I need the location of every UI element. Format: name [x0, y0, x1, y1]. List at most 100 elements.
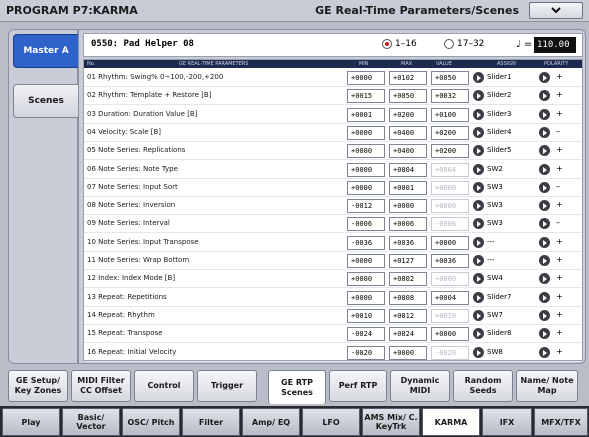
max-field[interactable]: +0006	[389, 217, 427, 232]
max-field[interactable]: +0001	[389, 180, 427, 195]
polarity-popup-button[interactable]	[539, 163, 550, 175]
table-row[interactable]: 12 Index: Index Mode [B] +0000 +0002 +0000 S…	[84, 270, 582, 289]
max-field[interactable]: +0004	[389, 162, 427, 177]
value-field[interactable]: -0006	[431, 217, 469, 232]
page-menu-button[interactable]	[529, 2, 583, 19]
min-field[interactable]: -0024	[347, 327, 385, 342]
table-row[interactable]: 16 Repeat: Initial Velocity -0020 +0000 -00…	[84, 344, 582, 362]
min-field[interactable]: -0006	[347, 217, 385, 232]
value-field[interactable]: +0004	[431, 162, 469, 177]
min-field[interactable]: +0000	[347, 180, 385, 195]
sub-tab[interactable]: MIDI Filter CC Offset	[71, 370, 131, 402]
assign-popup-button[interactable]	[473, 346, 484, 358]
value-field[interactable]: +0100	[431, 107, 469, 122]
value-field[interactable]: +0000	[431, 199, 469, 214]
min-field[interactable]: +0010	[347, 308, 385, 323]
max-field[interactable]: +0127	[389, 254, 427, 268]
value-field[interactable]: +0000	[431, 327, 469, 342]
polarity-popup-button[interactable]	[539, 90, 550, 102]
min-field[interactable]: -0012	[347, 199, 385, 214]
assign-popup-button[interactable]	[473, 163, 484, 175]
max-field[interactable]: +0200	[389, 107, 427, 122]
value-field[interactable]: +0200	[431, 125, 469, 140]
sub-tab[interactable]: Dynamic MIDI	[390, 370, 450, 402]
value-field[interactable]: +0036	[431, 254, 469, 268]
max-field[interactable]: +0000	[389, 345, 427, 360]
value-field[interactable]: +0010	[431, 308, 469, 323]
sub-tab[interactable]: GE Setup/ Key Zones	[8, 370, 68, 402]
min-field[interactable]: +0001	[347, 107, 385, 122]
sub-tab[interactable]: Control	[134, 370, 194, 402]
table-row[interactable]: 02 Rhythm: Template + Restore [B] +0015 +0…	[84, 87, 582, 106]
assign-popup-button[interactable]	[473, 328, 484, 340]
table-row[interactable]: 04 Velocity: Scale [B] +0000 +0400 +0200 Sli…	[84, 124, 582, 142]
polarity-popup-button[interactable]	[539, 273, 550, 285]
radio-range-17-32[interactable]: 17–32	[444, 39, 484, 49]
max-field[interactable]: +0008	[389, 290, 427, 305]
assign-popup-button[interactable]	[473, 236, 484, 248]
assign-popup-button[interactable]	[473, 145, 484, 157]
value-field[interactable]: +0050	[431, 71, 469, 85]
sub-tab[interactable]: Name/ Note Map	[516, 370, 578, 402]
main-tab[interactable]: MFX/TFX	[534, 408, 588, 436]
assign-popup-button[interactable]	[473, 218, 484, 230]
tab-scenes[interactable]: Scenes	[13, 84, 79, 118]
polarity-popup-button[interactable]	[539, 108, 550, 120]
value-field[interactable]: +0032	[431, 89, 469, 104]
radio-range-1-16[interactable]: 1–16	[382, 39, 417, 49]
min-field[interactable]: +0015	[347, 89, 385, 104]
polarity-popup-button[interactable]	[539, 309, 550, 321]
main-tab[interactable]: Amp/ EQ	[242, 408, 300, 436]
min-field[interactable]: -0020	[347, 345, 385, 360]
table-row[interactable]: 07 Note Series: Input Sort +0000 +0001 +000…	[84, 179, 582, 197]
table-row[interactable]: 10 Note Series: Input Transpose -0036 +003…	[84, 234, 582, 252]
value-field[interactable]: +0004	[431, 290, 469, 305]
assign-popup-button[interactable]	[473, 90, 484, 102]
main-tab[interactable]: LFO	[302, 408, 360, 436]
max-field[interactable]: +0000	[389, 199, 427, 214]
table-row[interactable]: 03 Duration: Duration Value [B] +0001 +020…	[84, 106, 582, 124]
min-field[interactable]: +0000	[347, 272, 385, 287]
polarity-popup-button[interactable]	[539, 236, 550, 248]
assign-popup-button[interactable]	[473, 200, 484, 212]
min-field[interactable]: +0000	[347, 254, 385, 268]
table-row[interactable]: 15 Repeat: Transpose -0024 +0024 +0000 Slide…	[84, 325, 582, 344]
main-tab[interactable]: AMS Mix/ C. KeyTrk	[362, 408, 420, 436]
polarity-popup-button[interactable]	[539, 255, 550, 266]
table-row[interactable]: 05 Note Series: Replications +0000 +0400 +0…	[84, 142, 582, 161]
min-field[interactable]: +0000	[347, 290, 385, 305]
value-field[interactable]: -0020	[431, 345, 469, 360]
polarity-popup-button[interactable]	[539, 328, 550, 340]
tempo-field[interactable]: 110.00	[534, 37, 576, 53]
assign-popup-button[interactable]	[473, 126, 484, 138]
table-row[interactable]: 09 Note Series: Interval -0006 +0006 -0006 S…	[84, 215, 582, 234]
min-field[interactable]: -0036	[347, 235, 385, 250]
assign-popup-button[interactable]	[473, 108, 484, 120]
polarity-popup-button[interactable]	[539, 218, 550, 230]
assign-popup-button[interactable]	[473, 72, 484, 83]
polarity-popup-button[interactable]	[539, 126, 550, 138]
min-field[interactable]: +0000	[347, 144, 385, 159]
max-field[interactable]: +0024	[389, 327, 427, 342]
max-field[interactable]: +0400	[389, 144, 427, 159]
max-field[interactable]: +0002	[389, 272, 427, 287]
sub-tab[interactable]: Trigger	[197, 370, 257, 402]
polarity-popup-button[interactable]	[539, 72, 550, 83]
sub-tab[interactable]: Random Seeds	[453, 370, 513, 402]
table-row[interactable]: 08 Note Series: Inversion -0012 +0000 +0000…	[84, 197, 582, 216]
value-field[interactable]: +0000	[431, 180, 469, 195]
main-tab[interactable]: Filter	[182, 408, 240, 436]
main-tab[interactable]: Basic/ Vector	[62, 408, 120, 436]
min-field[interactable]: +0000	[347, 125, 385, 140]
table-row[interactable]: 13 Repeat: Repetitions +0000 +0008 +0004 Sli…	[84, 289, 582, 307]
assign-popup-button[interactable]	[473, 273, 484, 285]
value-field[interactable]: +0200	[431, 144, 469, 159]
max-field[interactable]: +0102	[389, 71, 427, 85]
value-field[interactable]: +0000	[431, 235, 469, 250]
min-field[interactable]: +0000	[347, 71, 385, 85]
min-field[interactable]: +0000	[347, 162, 385, 177]
main-tab[interactable]: Play	[2, 408, 60, 436]
polarity-popup-button[interactable]	[539, 291, 550, 303]
table-row[interactable]: 14 Repeat: Rhythm +0010 +0012 +0010 SW7 +	[84, 307, 582, 325]
assign-popup-button[interactable]	[473, 255, 484, 266]
